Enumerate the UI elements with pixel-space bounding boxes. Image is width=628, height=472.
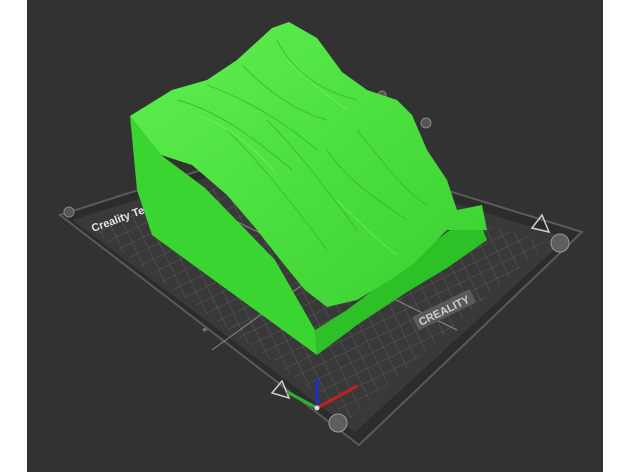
frame-left	[0, 0, 27, 472]
3d-viewport[interactable]: Creality Te CREALITY ⌖	[27, 0, 603, 472]
frame-right	[603, 0, 628, 472]
gear-icon[interactable]	[420, 117, 432, 129]
scene-svg[interactable]: Creality Te CREALITY ⌖	[27, 0, 603, 472]
bed-logo-bottom	[328, 413, 348, 433]
axis-origin	[314, 405, 320, 411]
settings-icon[interactable]	[63, 206, 75, 218]
bed-logo-right	[550, 233, 570, 253]
bed-marker-left: ⌖	[202, 325, 208, 336]
